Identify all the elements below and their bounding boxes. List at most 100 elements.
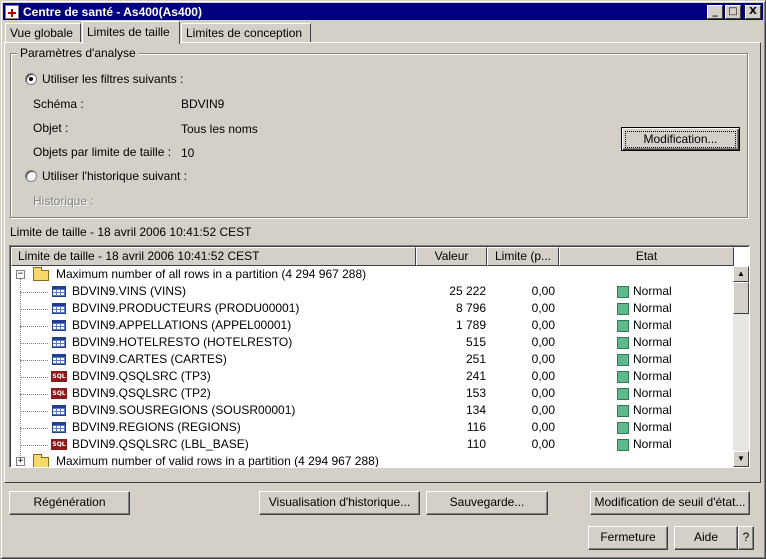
row-value: 116 <box>466 420 486 434</box>
objects-per-limit-label: Objets par limite de taille : <box>33 145 172 159</box>
tab-limites-de-taille[interactable]: Limites de taille <box>82 21 180 44</box>
header-limit[interactable]: Limite de taille - 18 avril 2006 10:41:5… <box>11 247 416 266</box>
table-row[interactable]: BDVIN9.APPELLATIONS (APPEL00001) 1 789 0… <box>11 317 733 334</box>
table-row[interactable]: BDVIN9.REGIONS (REGIONS) 116 0,00 Normal <box>11 419 733 436</box>
save-button[interactable]: Sauvegarde... <box>426 491 548 515</box>
main-window: Centre de santé - As400(As400) _ □ X Vue… <box>0 0 766 559</box>
table-row[interactable]: BDVIN9.CARTES (CARTES) 251 0,00 Normal <box>11 351 733 368</box>
status-normal-icon <box>617 319 629 332</box>
row-name: BDVIN9.PRODUCTEURS (PRODU00001) <box>72 301 300 315</box>
row-limit: 0,00 <box>531 318 555 332</box>
row-name: BDVIN9.VINS (VINS) <box>72 284 187 298</box>
view-history-button[interactable]: Visualisation d'historique... <box>259 491 420 515</box>
tree-line <box>20 360 48 361</box>
db-table-icon <box>52 422 66 433</box>
vertical-scrollbar[interactable]: ▲ ▼ <box>733 266 749 467</box>
row-value: 110 <box>466 437 486 451</box>
status-normal-icon <box>617 302 629 315</box>
header-status[interactable]: Etat <box>559 247 734 266</box>
row-name: BDVIN9.QSQLSRC (TP2) <box>72 386 211 400</box>
table-row[interactable]: SQL BDVIN9.QSQLSRC (TP3) 241 0,00 Normal <box>11 368 733 385</box>
tab-limites-de-conception[interactable]: Limites de conception <box>181 23 311 43</box>
analysis-parameters-title: Paramètres d'analyse <box>17 46 139 60</box>
table-row[interactable]: SQL BDVIN9.QSQLSRC (TP2) 153 0,00 Normal <box>11 385 733 402</box>
row-status-label: Normal <box>633 420 672 434</box>
expand-toggle[interactable]: + <box>16 457 25 466</box>
status-normal-icon <box>617 438 629 451</box>
use-filters-label: Utiliser les filtres suivants : <box>42 72 184 86</box>
table-row[interactable]: SQL BDVIN9.QSQLSRC (LBL_BASE) 110 0,00 N… <box>11 436 733 453</box>
header-value[interactable]: Valeur <box>416 247 487 266</box>
row-limit: 0,00 <box>531 352 555 366</box>
use-history-radio[interactable] <box>25 170 37 182</box>
row-value: 8 796 <box>455 301 486 315</box>
row-value: 251 <box>465 352 486 366</box>
db-table-icon <box>52 303 66 314</box>
row-status: Normal <box>617 368 727 385</box>
row-status-label: Normal <box>633 284 672 298</box>
tree-line <box>20 343 48 344</box>
sql-source-icon: SQL <box>51 439 67 450</box>
tree-line <box>20 411 48 412</box>
context-help-button[interactable]: ? <box>738 526 754 550</box>
scroll-up-button[interactable]: ▲ <box>733 266 749 282</box>
schema-label: Schéma : <box>33 97 84 111</box>
status-normal-icon <box>617 404 629 417</box>
row-status: Normal <box>617 334 727 351</box>
use-history-label: Utiliser l'historique suivant : <box>42 169 188 183</box>
group-row-all-rows[interactable]: − Maximum number of all rows in a partit… <box>11 266 733 283</box>
status-normal-icon <box>617 353 629 366</box>
objects-per-limit-value: 10 <box>181 146 195 160</box>
row-value: 153 <box>465 386 486 400</box>
use-filters-radio[interactable] <box>25 73 37 85</box>
table-body: − Maximum number of all rows in a partit… <box>11 266 733 467</box>
object-label: Objet : <box>33 121 69 135</box>
schema-value: BDVIN9 <box>181 97 225 111</box>
modify-filters-label: Modification... <box>625 131 736 148</box>
modify-threshold-button[interactable]: Modification de seuil d'état... <box>590 491 750 515</box>
table-row[interactable]: BDVIN9.SOUSREGIONS (SOUSR00001) 134 0,00… <box>11 402 733 419</box>
row-status: Normal <box>617 283 727 300</box>
row-status-label: Normal <box>633 403 672 417</box>
table-row[interactable]: BDVIN9.HOTELRESTO (HOTELRESTO) 515 0,00 … <box>11 334 733 351</box>
table-header: Limite de taille - 18 avril 2006 10:41:5… <box>11 247 734 266</box>
close-window-button[interactable]: X <box>745 4 761 19</box>
status-normal-icon <box>617 421 629 434</box>
row-name: BDVIN9.HOTELRESTO (HOTELRESTO) <box>72 335 293 349</box>
row-value: 134 <box>465 403 486 417</box>
row-status: Normal <box>617 385 727 402</box>
row-status: Normal <box>617 351 727 368</box>
help-button[interactable]: Aide <box>674 526 738 550</box>
row-status-label: Normal <box>633 335 672 349</box>
size-limit-tree-table[interactable]: Limite de taille - 18 avril 2006 10:41:5… <box>9 245 750 468</box>
group-row-valid-rows[interactable]: + Maximum number of valid rows in a part… <box>11 453 733 467</box>
window-title: Centre de santé - As400(As400) <box>23 4 202 19</box>
regenerate-button[interactable]: Régénération <box>9 491 130 515</box>
db-table-icon <box>52 337 66 348</box>
table-row[interactable]: BDVIN9.PRODUCTEURS (PRODU00001) 8 796 0,… <box>11 300 733 317</box>
db-table-icon <box>52 405 66 416</box>
close-button[interactable]: Fermeture <box>588 526 668 550</box>
header-limit-percent[interactable]: Limite (p... <box>487 247 559 266</box>
tree-line <box>20 377 48 378</box>
modify-filters-button[interactable]: Modification... <box>621 127 740 151</box>
minimize-button[interactable]: _ <box>707 4 723 19</box>
row-status-label: Normal <box>633 386 672 400</box>
use-history-option[interactable]: Utiliser l'historique suivant : <box>25 169 187 183</box>
tab-vue-globale[interactable]: Vue globale <box>5 23 81 43</box>
tree-line <box>20 326 48 327</box>
title-bar[interactable]: Centre de santé - As400(As400) _ □ X <box>3 3 763 20</box>
collapse-toggle[interactable]: − <box>16 270 25 279</box>
object-value: Tous les noms <box>181 122 258 136</box>
table-row[interactable]: BDVIN9.VINS (VINS) 25 222 0,00 Normal <box>11 283 733 300</box>
health-center-icon <box>5 4 19 19</box>
row-value: 1 789 <box>455 318 486 332</box>
use-filters-option[interactable]: Utiliser les filtres suivants : <box>25 72 183 86</box>
row-limit: 0,00 <box>531 301 555 315</box>
row-value: 515 <box>465 335 486 349</box>
maximize-button[interactable]: □ <box>725 4 741 19</box>
scroll-thumb[interactable] <box>733 282 749 314</box>
row-status-label: Normal <box>633 318 672 332</box>
row-status-label: Normal <box>633 301 672 315</box>
scroll-down-button[interactable]: ▼ <box>733 451 749 467</box>
